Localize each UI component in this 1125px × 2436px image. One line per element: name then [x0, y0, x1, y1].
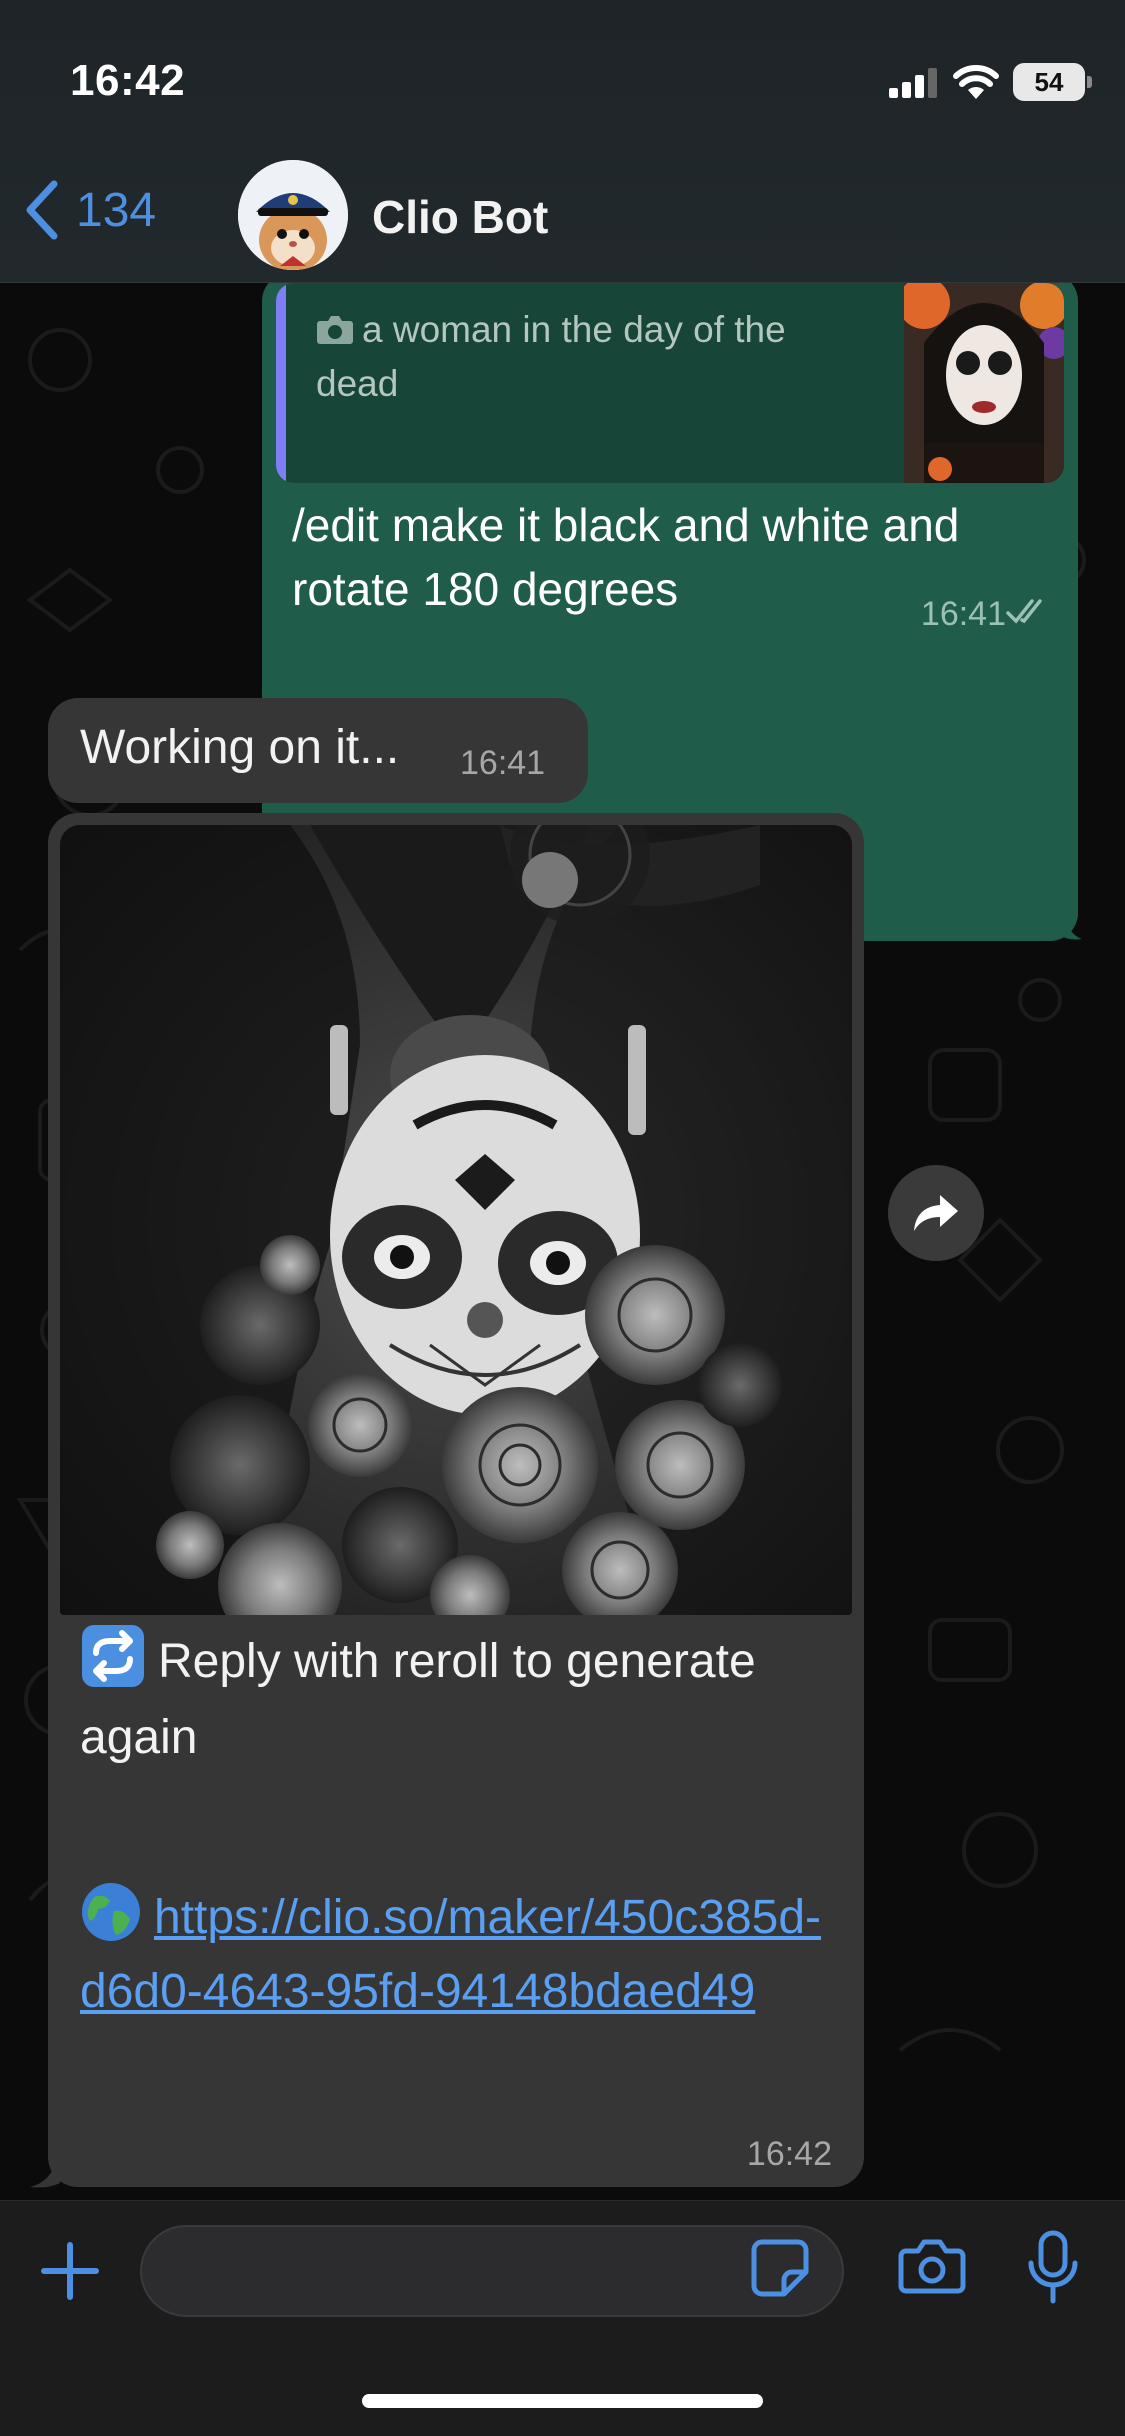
reroll-instruction: Reply with reroll to generate again: [80, 1623, 864, 1770]
unread-count: 134: [76, 183, 157, 237]
camera-icon[interactable]: [898, 2237, 966, 2297]
generated-image[interactable]: [60, 825, 852, 1615]
bubble-tail: [30, 2145, 60, 2188]
microphone-icon[interactable]: [1026, 2229, 1080, 2307]
wifi-icon: [953, 65, 999, 99]
avatar[interactable]: [238, 160, 348, 270]
message-input[interactable]: [140, 2225, 844, 2317]
share-arrow-icon: [914, 1195, 958, 1231]
message-time: 16:41: [920, 595, 1006, 633]
chat-header: 16:42 54 134 Clio Bot: [0, 0, 1125, 283]
status-icons: 54: [889, 60, 1092, 104]
battery-level: 54: [1034, 66, 1064, 97]
home-indicator[interactable]: [362, 2394, 763, 2408]
contact-name[interactable]: Clio Bot: [372, 190, 548, 244]
quoted-message[interactable]: a woman in the day of the dead: [276, 283, 1064, 483]
incoming-message-text: Working on it...: [80, 721, 400, 774]
hamster-avatar-icon: [238, 160, 348, 270]
forward-button[interactable]: [888, 1165, 984, 1261]
battery-icon: 54: [1013, 63, 1092, 101]
bubble-tail: [1060, 897, 1082, 940]
quote-text: a woman in the day of the dead: [316, 303, 836, 411]
status-time: 16:42: [70, 56, 186, 105]
globe-icon: [80, 1881, 142, 1960]
chevron-left-icon: [26, 180, 58, 240]
reroll-text: Reply with reroll to generate again: [80, 1635, 756, 1764]
sticker-icon[interactable]: [750, 2238, 810, 2298]
attach-plus-icon[interactable]: [38, 2239, 102, 2303]
read-receipt-icon: [1006, 599, 1042, 624]
back-button[interactable]: 134: [24, 180, 156, 240]
status-bar: 16:42 54: [0, 0, 1125, 150]
message-time: 16:42: [746, 2135, 832, 2173]
camera-icon: [317, 316, 353, 344]
quoted-image-thumbnail: [904, 283, 1064, 483]
cellular-signal-icon: [889, 68, 937, 98]
result-link[interactable]: https://clio.so/maker/450c385d-d6d0-4643…: [80, 1891, 821, 2018]
result-link-line: https://clio.so/maker/450c385d-d6d0-4643…: [80, 1881, 840, 2024]
chat-screen: 16:42 54 134 Clio Bot a woman in the day…: [0, 0, 1125, 2436]
quote-caption: a woman in the day of the dead: [316, 309, 786, 404]
message-list[interactable]: a woman in the day of the dead /edit mak…: [0, 283, 1125, 2200]
message-time: 16:41: [460, 744, 546, 782]
incoming-message[interactable]: Working on it... 16:41: [48, 698, 588, 803]
incoming-image-message[interactable]: Reply with reroll to generate again http…: [48, 813, 864, 2187]
quote-bar: [276, 283, 286, 483]
repeat-icon: [80, 1623, 146, 1706]
